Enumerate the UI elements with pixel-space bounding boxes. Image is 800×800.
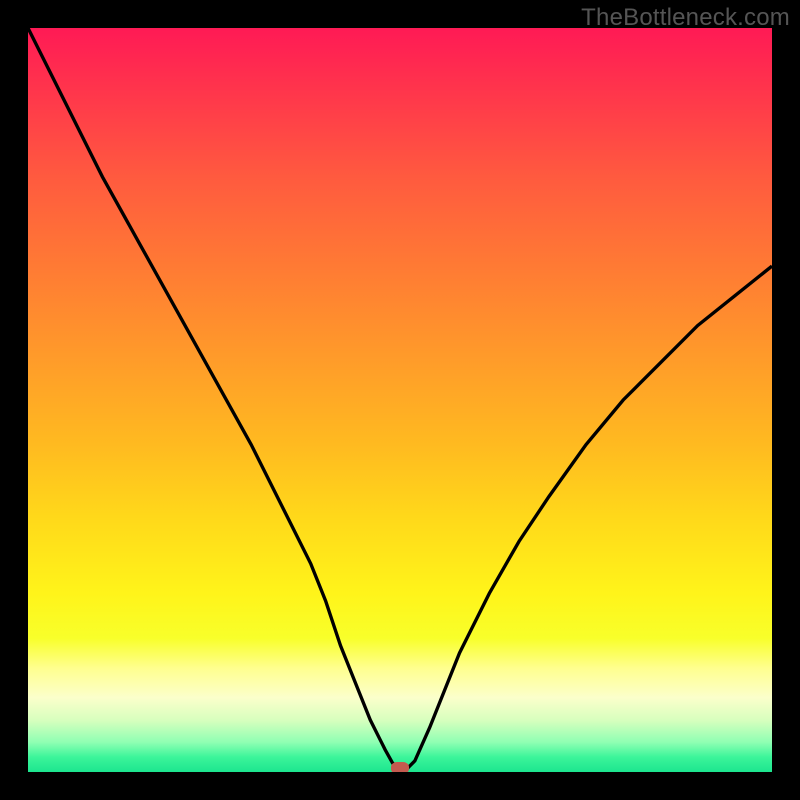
optimal-point-marker bbox=[391, 762, 409, 772]
chart-frame: TheBottleneck.com bbox=[0, 0, 800, 800]
bottleneck-curve bbox=[28, 28, 772, 772]
plot-area bbox=[28, 28, 772, 772]
watermark-text: TheBottleneck.com bbox=[581, 4, 790, 32]
